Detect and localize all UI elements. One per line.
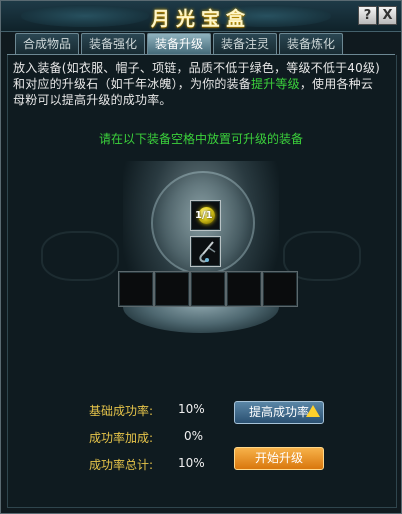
bonus-rate-value: 0% [184,429,204,443]
tab-refine[interactable]: 装备炼化 [279,33,343,55]
bonus-rate-label: 成功率加成: [89,431,154,445]
equipment-slot-5[interactable] [262,271,298,307]
total-rate-value: 10% [178,456,205,470]
instruction-highlight: 提升等级 [251,77,300,91]
raise-button-label: 提高成功率 [248,405,309,419]
equipment-slot-3[interactable] [190,271,226,307]
title-bar[interactable]: 月光宝盒 ? X [1,1,401,32]
raise-success-rate-button[interactable]: 提高成功率 [234,401,324,424]
tab-synthesize[interactable]: 合成物品 [15,33,79,55]
close-button[interactable]: X [378,6,397,25]
upgrade-stone-slot[interactable]: 1/1 [190,200,221,231]
equipment-slot-4[interactable] [226,271,262,307]
equipment-slot-2[interactable] [154,271,190,307]
instruction-text: 放入装备(如衣服、帽子、项链，品质不低于绿色，等级不低于40级)和对应的升级石（… [13,60,385,108]
tab-upgrade[interactable]: 装备升级 [147,33,211,56]
tab-infuse[interactable]: 装备注灵 [213,33,277,55]
start-upgrade-button[interactable]: 开始升级 [234,447,324,470]
window-title: 月光宝盒 [150,8,251,30]
cloud-ornament [41,231,119,281]
placement-hint: 请在以下装备空格中放置可升级的装备 [98,132,303,146]
equipment-slot-1[interactable] [118,271,154,307]
tab-enhance[interactable]: 装备强化 [81,33,145,55]
up-arrow-icon [306,405,320,417]
base-rate-value: 10% [178,402,205,416]
hook-item-icon [199,241,216,263]
base-rate-label: 基础成功率: [89,404,154,418]
moonlight-box-window: 月光宝盒 ? X 合成物品 装备强化 装备升级 装备注灵 装备炼化 放入装备(如… [0,0,402,514]
hook-item-slot[interactable] [190,236,221,267]
stone-count: 1/1 [195,210,213,221]
help-button[interactable]: ? [358,6,377,25]
total-rate-label: 成功率总计: [89,458,154,472]
